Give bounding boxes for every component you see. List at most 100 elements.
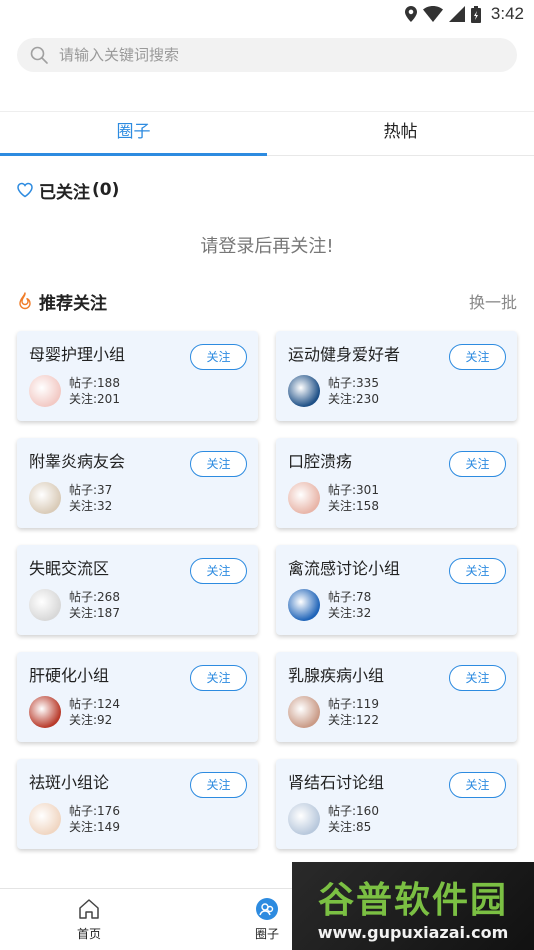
group-info: 帖子:188 关注:201 [29, 375, 248, 407]
group-card[interactable]: 禽流感讨论小组 关注 帖子:78 关注:32 [276, 545, 517, 635]
group-followers: 关注:32 [69, 499, 113, 513]
group-posts: 帖子:37 [69, 483, 113, 497]
group-posts: 帖子:124 [69, 697, 120, 711]
login-hint[interactable]: 请登录后再关注! [0, 232, 534, 272]
group-avatar [288, 482, 320, 514]
group-stats: 帖子:335 关注:230 [328, 375, 379, 407]
watermark-logo: 谷普软件园 www.gupuxiazai.com [292, 862, 534, 950]
group-info: 帖子:119 关注:122 [288, 696, 507, 728]
tab-circles[interactable]: 圈子 [0, 112, 267, 155]
signal-icon [448, 6, 465, 22]
group-card[interactable]: 附睾炎病友会 关注 帖子:37 关注:32 [17, 438, 258, 528]
search-icon [30, 46, 48, 64]
group-info: 帖子:335 关注:230 [288, 375, 507, 407]
group-posts: 帖子:268 [69, 590, 120, 604]
group-avatar [29, 696, 61, 728]
group-avatar [29, 803, 61, 835]
group-card[interactable]: 失眠交流区 关注 帖子:268 关注:187 [17, 545, 258, 635]
group-stats: 帖子:176 关注:149 [69, 803, 120, 835]
group-followers: 关注:32 [328, 606, 372, 620]
group-info: 帖子:124 关注:92 [29, 696, 248, 728]
group-followers: 关注:158 [328, 499, 379, 513]
group-avatar [288, 803, 320, 835]
location-icon [404, 6, 417, 22]
group-followers: 关注:85 [328, 820, 372, 834]
group-stats: 帖子:78 关注:32 [328, 589, 371, 621]
fire-icon [19, 292, 31, 310]
nav-home-label: 首页 [76, 927, 101, 941]
watermark-url: www.gupuxiazai.com [317, 922, 509, 942]
group-followers: 关注:92 [69, 713, 113, 727]
group-posts: 帖子:78 [328, 590, 372, 604]
group-avatar [29, 375, 61, 407]
group-avatar [288, 589, 320, 621]
group-followers: 关注:122 [328, 713, 379, 727]
group-card[interactable]: 运动健身爱好者 关注 帖子:335 关注:230 [276, 331, 517, 421]
group-stats: 帖子:188 关注:201 [69, 375, 120, 407]
battery-icon [470, 5, 481, 23]
group-info: 帖子:160 关注:85 [288, 803, 507, 835]
group-posts: 帖子:160 [328, 804, 379, 818]
circle-group-icon [256, 898, 278, 920]
group-stats: 帖子:37 关注:32 [69, 482, 112, 514]
follow-button[interactable]: 关注 [190, 665, 247, 691]
group-stats: 帖子:268 关注:187 [69, 589, 120, 621]
group-posts: 帖子:119 [328, 697, 379, 711]
follow-button[interactable]: 关注 [190, 558, 247, 584]
recommended-header: 推荐关注 换一批 [0, 286, 534, 316]
group-grid: 母婴护理小组 关注 帖子:188 关注:201 运动健身爱好者 关注 帖子:335 关注:23… [0, 316, 534, 849]
followed-header: 已关注 (0) [0, 156, 534, 206]
followed-title: 已关注 [39, 182, 90, 203]
follow-button[interactable]: 关注 [449, 451, 506, 477]
group-stats: 帖子:160 关注:85 [328, 803, 379, 835]
search-box[interactable] [17, 38, 517, 72]
group-avatar [288, 696, 320, 728]
search-area [0, 28, 534, 112]
group-stats: 帖子:119 关注:122 [328, 696, 379, 728]
watermark-text: 谷普软件园 [317, 879, 508, 921]
group-stats: 帖子:301 关注:158 [328, 482, 379, 514]
group-info: 帖子:301 关注:158 [288, 482, 507, 514]
nav-home[interactable]: 首页 [0, 889, 178, 950]
group-info: 帖子:176 关注:149 [29, 803, 248, 835]
follow-button[interactable]: 关注 [449, 558, 506, 584]
heart-icon [17, 182, 33, 198]
follow-button[interactable]: 关注 [449, 665, 506, 691]
tab-hot-posts[interactable]: 热帖 [267, 112, 534, 155]
follow-button[interactable]: 关注 [190, 772, 247, 798]
recommended-title: 推荐关注 [39, 293, 107, 314]
group-posts: 帖子:188 [69, 376, 120, 390]
refresh-button[interactable]: 换一批 [469, 289, 517, 313]
group-card[interactable]: 母婴护理小组 关注 帖子:188 关注:201 [17, 331, 258, 421]
follow-button[interactable]: 关注 [190, 344, 247, 370]
group-followers: 关注:230 [328, 392, 379, 406]
group-info: 帖子:37 关注:32 [29, 482, 248, 514]
group-followers: 关注:149 [69, 820, 120, 834]
group-stats: 帖子:124 关注:92 [69, 696, 120, 728]
group-card[interactable]: 祛斑小组论 关注 帖子:176 关注:149 [17, 759, 258, 849]
followed-count: (0) [92, 180, 120, 200]
search-input[interactable] [59, 46, 479, 64]
group-followers: 关注:187 [69, 606, 120, 620]
group-card[interactable]: 乳腺疾病小组 关注 帖子:119 关注:122 [276, 652, 517, 742]
group-info: 帖子:268 关注:187 [29, 589, 248, 621]
home-icon [79, 899, 99, 919]
group-card[interactable]: 肝硬化小组 关注 帖子:124 关注:92 [17, 652, 258, 742]
group-followers: 关注:201 [69, 392, 120, 406]
group-posts: 帖子:301 [328, 483, 379, 497]
follow-button[interactable]: 关注 [449, 344, 506, 370]
group-info: 帖子:78 关注:32 [288, 589, 507, 621]
follow-button[interactable]: 关注 [449, 772, 506, 798]
group-avatar [29, 589, 61, 621]
status-bar: 3:42 [0, 0, 534, 28]
group-posts: 帖子:176 [69, 804, 120, 818]
follow-button[interactable]: 关注 [190, 451, 247, 477]
group-card[interactable]: 肾结石讨论组 关注 帖子:160 关注:85 [276, 759, 517, 849]
group-avatar [288, 375, 320, 407]
nav-circles-label: 圈子 [254, 927, 279, 941]
wifi-icon [422, 6, 443, 22]
group-avatar [29, 482, 61, 514]
group-posts: 帖子:335 [328, 376, 379, 390]
group-card[interactable]: 口腔溃疡 关注 帖子:301 关注:158 [276, 438, 517, 528]
status-time: 3:42 [490, 4, 524, 23]
